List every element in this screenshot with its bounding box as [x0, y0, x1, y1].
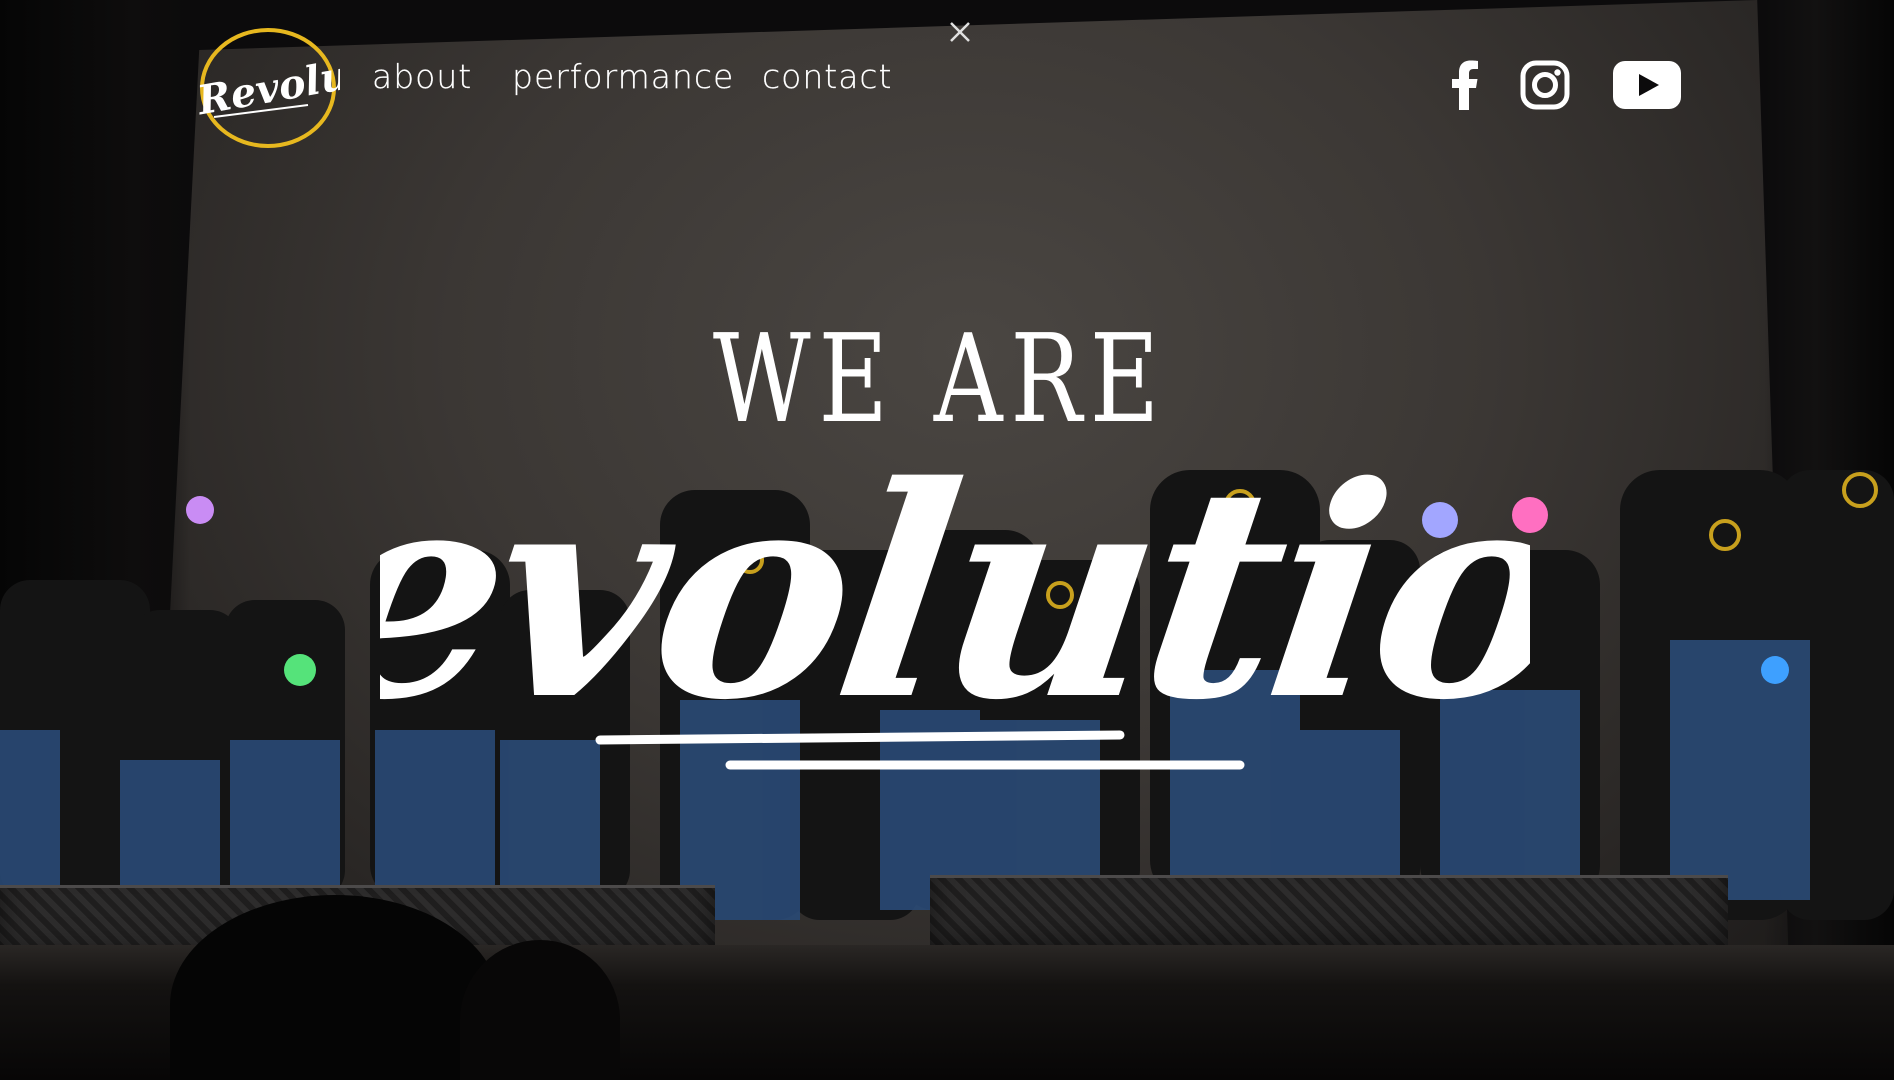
revolution-logo[interactable]: Revolution [190, 25, 441, 150]
hero-section: Revolution about performance contact WE … [0, 0, 1894, 1080]
facebook-link[interactable] [1445, 58, 1485, 112]
youtube-icon [1613, 61, 1681, 109]
instagram-link[interactable] [1519, 58, 1571, 112]
facebook-icon [1452, 60, 1478, 110]
close-icon [950, 22, 970, 42]
hero-title-script: Revolution [380, 422, 1530, 770]
youtube-link[interactable] [1611, 58, 1683, 112]
instagram-icon [1520, 60, 1570, 110]
nav-contact-link[interactable]: contact [762, 60, 893, 93]
hero-title: Revolution [380, 422, 1530, 763]
nav-about-link[interactable]: about [372, 60, 472, 93]
logo-ring-icon: Revolution [193, 28, 441, 148]
close-button[interactable] [947, 19, 973, 45]
nav-performance-link[interactable]: performance [512, 60, 734, 93]
